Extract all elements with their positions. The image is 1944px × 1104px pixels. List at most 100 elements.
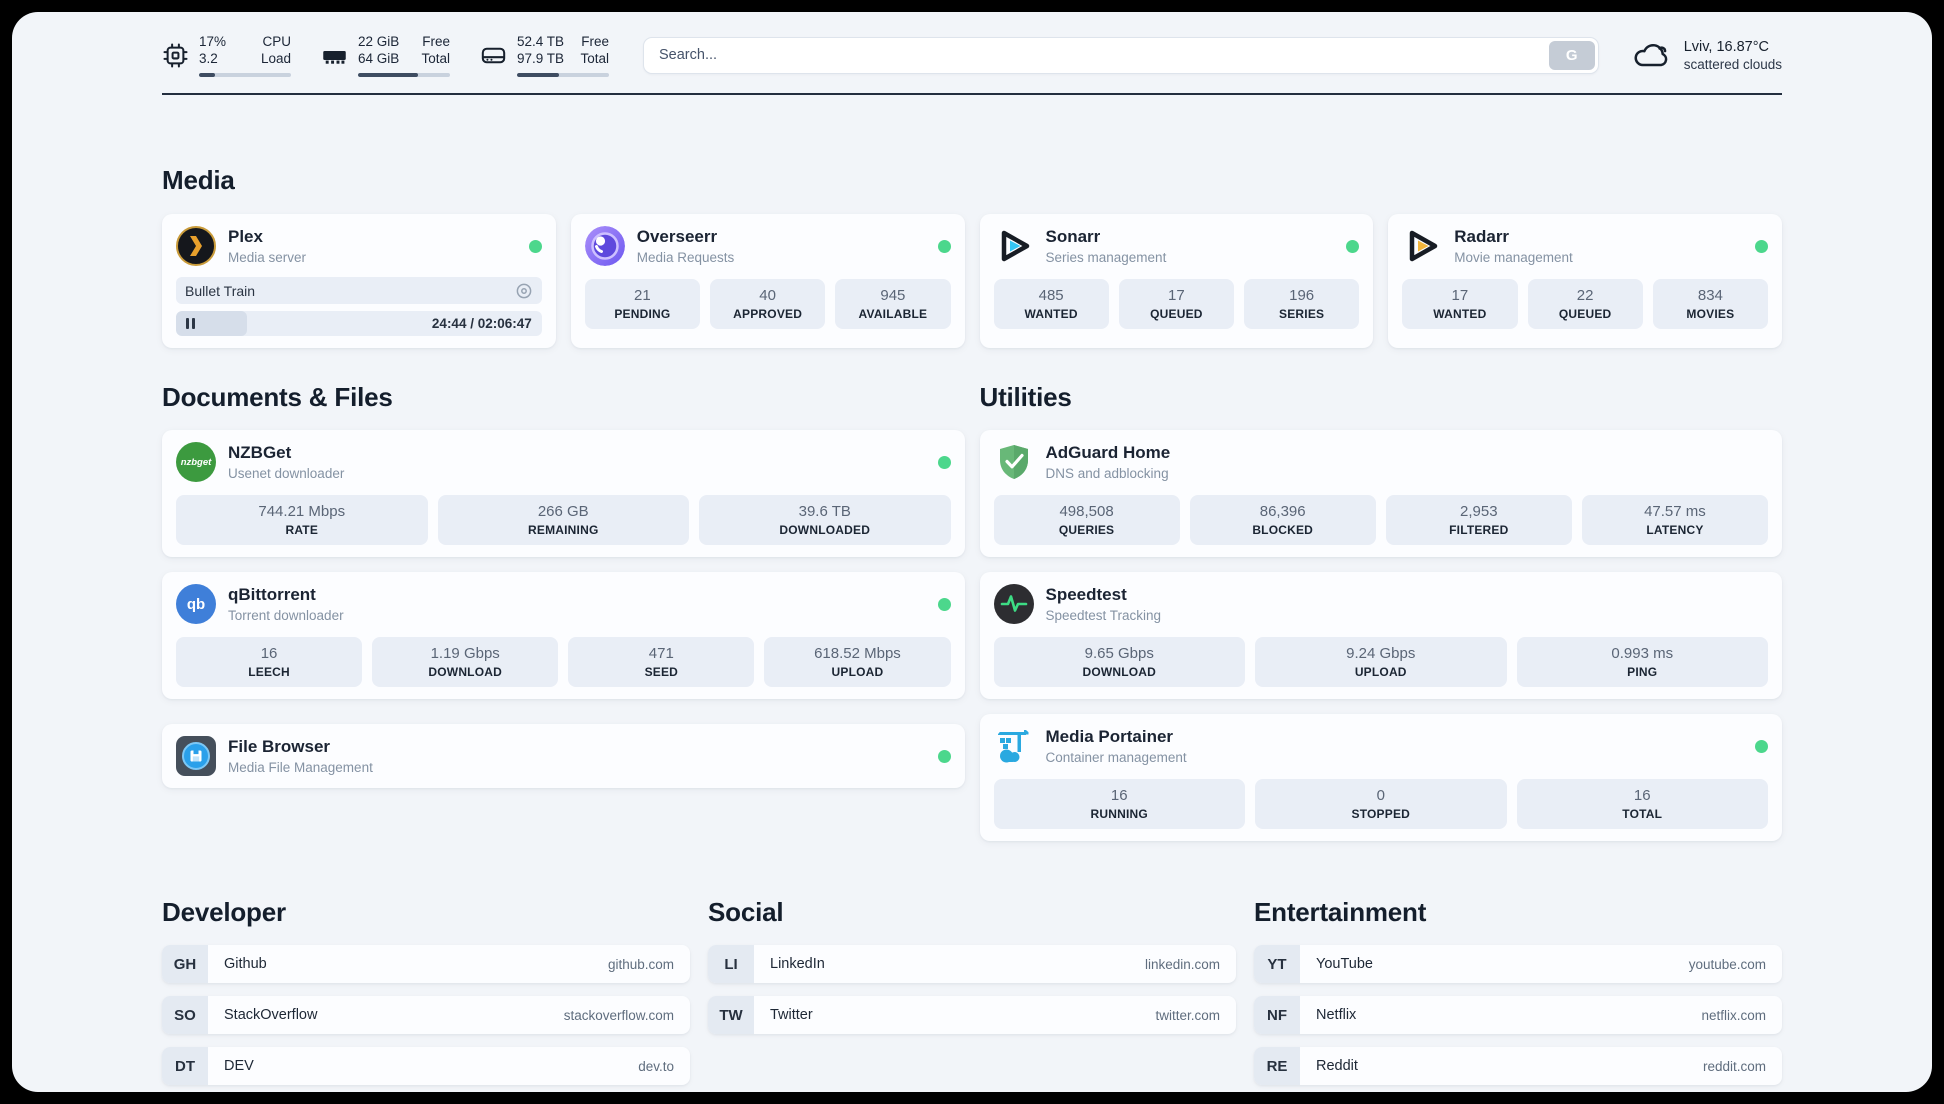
status-dot (937, 455, 951, 469)
app-title: Overseerr (636, 226, 718, 246)
bookmark-badge: GH (162, 945, 208, 983)
documents-column: Documents & Files nzbget NZBGet Usenet d… (162, 382, 965, 788)
app-card-speedtest[interactable]: Speedtest Speedtest Tracking 9.65 Gbps DO… (979, 572, 1782, 699)
bookmark-badge: LI (708, 945, 754, 983)
portainer-icon (994, 726, 1034, 766)
cpu-widget: 17% 3.2 CPU Load (162, 33, 291, 78)
cpu-icon (163, 42, 188, 68)
playback-progress-bar: 24:44 / 02:06:47 (176, 311, 542, 336)
plex-icon (176, 226, 216, 266)
bookmark-reddit[interactable]: RE Reddit reddit.com (1254, 1047, 1782, 1085)
stat-box: 9.24 Gbps UPLOAD (1255, 637, 1507, 687)
stat-box: 17 QUEUED (1118, 279, 1234, 329)
filebrowser-icon (176, 736, 216, 776)
status-dot (937, 597, 951, 611)
stat-box: 47.57 ms LATENCY (1581, 495, 1768, 545)
app-card-nzbget[interactable]: nzbget NZBGet Usenet downloader 744.21 M… (162, 430, 965, 557)
bookmark-name: StackOverflow (224, 1007, 318, 1023)
bookmark-stackoverflow[interactable]: SO StackOverflow stackoverflow.com (162, 996, 690, 1034)
app-card-filebrowser[interactable]: File Browser Media File Management (162, 724, 965, 788)
app-card-portainer[interactable]: Media Portainer Container management 16 R… (979, 714, 1782, 841)
weather-widget: Lviv, 16.87°C scattered clouds (1633, 38, 1782, 72)
disk-values: 52.4 TB 97.9 TB (517, 33, 565, 67)
app-card-overseerr[interactable]: Overseerr Media Requests 21 PENDING 40 APP… (570, 214, 965, 348)
bookmark-url: linkedin.com (1144, 956, 1220, 972)
memory-labels: Free Total (421, 33, 450, 67)
bookmark-badge: YT (1254, 945, 1300, 983)
app-subtitle: Media File Management (228, 760, 373, 776)
app-card-sonarr[interactable]: Sonarr Series management 485 WANTED 17 QUE… (979, 214, 1374, 348)
adguard-icon (994, 442, 1034, 482)
stat-box: 16 TOTAL (1516, 779, 1768, 829)
bookmark-netflix[interactable]: NF Netflix netflix.com (1254, 996, 1782, 1034)
bookmark-name: YouTube (1316, 956, 1373, 972)
status-dot (937, 239, 951, 253)
session-target-icon[interactable] (515, 282, 533, 300)
bookmark-url: youtube.com (1688, 956, 1766, 972)
bookmark-url: github.com (607, 956, 674, 972)
app-subtitle: Torrent downloader (228, 608, 344, 624)
bookmark-github[interactable]: GH Github github.com (162, 945, 690, 983)
memory-progress-bar (358, 72, 450, 78)
entertainment-column: Entertainment YT YouTube youtube.com NF … (1254, 897, 1782, 1085)
disk-labels: Free Total (580, 33, 609, 67)
overseerr-icon (584, 226, 625, 266)
cpu-progress-bar (199, 72, 291, 78)
speedtest-icon (993, 584, 1034, 624)
app-title: Plex (228, 226, 263, 246)
app-card-adguard[interactable]: AdGuard Home DNS and adblocking 498,508 Q… (979, 430, 1782, 557)
bookmark-url: twitter.com (1155, 1007, 1220, 1023)
app-subtitle: Usenet downloader (228, 466, 345, 482)
stat-box: 40 APPROVED (710, 279, 826, 329)
developer-column: Developer GH Github github.com SO StackO… (162, 897, 690, 1085)
disk-progress-bar (517, 72, 609, 78)
stat-box: 834 MOVIES (1652, 279, 1768, 329)
stat-box: 22 QUEUED (1527, 279, 1643, 329)
app-title: qBittorrent (228, 584, 316, 604)
stat-box: 0 STOPPED (1255, 779, 1507, 829)
app-title: File Browser (228, 736, 331, 756)
app-subtitle: DNS and adblocking (1045, 466, 1169, 482)
app-subtitle: Media server (228, 250, 307, 266)
stat-box: 17 WANTED (1402, 279, 1518, 329)
stat-box: 196 SERIES (1244, 279, 1360, 329)
bookmark-url: dev.to (638, 1058, 674, 1074)
stat-box: 9.65 Gbps DOWNLOAD (993, 637, 1245, 687)
bookmark-youtube[interactable]: YT YouTube youtube.com (1254, 945, 1782, 983)
search-input[interactable] (643, 36, 1599, 74)
app-card-plex[interactable]: Plex Media server Bullet Train 24:44 / 0… (162, 214, 556, 348)
status-dot (1755, 739, 1768, 753)
bookmark-name: LinkedIn (770, 956, 825, 972)
bookmark-badge: NF (1254, 996, 1300, 1034)
bookmark-name: Reddit (1316, 1058, 1358, 1074)
cloud-icon (1634, 44, 1667, 67)
stat-box: 0.993 ms PING (1516, 637, 1768, 687)
bookmark-badge: SO (162, 996, 208, 1034)
stat-box: 1.19 Gbps DOWNLOAD (372, 637, 559, 687)
app-card-radarr[interactable]: Radarr Movie management 17 WANTED 22 QUEUE… (1388, 214, 1782, 348)
stat-box: 16 RUNNING (993, 779, 1245, 829)
utilities-column: Utilities AdGuard Home DNS and adblockin… (979, 382, 1782, 841)
bookmark-linkedin[interactable]: LI LinkedIn linkedin.com (708, 945, 1236, 983)
now-playing-row: Bullet Train (176, 277, 542, 304)
bookmark-dev[interactable]: DT DEV dev.to (162, 1047, 690, 1085)
app-title: Sonarr (1045, 226, 1101, 246)
section-title-social: Social (708, 897, 784, 927)
app-card-qbittorrent[interactable]: qb qBittorrent Torrent downloader 16 LEEC… (162, 572, 965, 699)
pause-icon (186, 318, 195, 329)
bookmark-url: stackoverflow.com (563, 1007, 674, 1023)
radarr-icon (1402, 226, 1442, 266)
app-title: Media Portainer (1045, 726, 1174, 746)
memory-widget: 22 GiB 64 GiB Free Total (321, 33, 450, 78)
bookmark-twitter[interactable]: TW Twitter twitter.com (708, 996, 1236, 1034)
status-dot (1346, 239, 1360, 253)
bookmark-name: Netflix (1316, 1007, 1357, 1023)
search-bar: G (643, 36, 1599, 74)
stat-box: 21 PENDING (584, 279, 700, 329)
stat-box: 945 AVAILABLE (835, 279, 951, 329)
stat-box: 498,508 QUERIES (993, 495, 1180, 545)
search-engine-button[interactable]: G (1548, 40, 1595, 70)
app-title: Radarr (1454, 226, 1510, 246)
section-title-media: Media (162, 165, 235, 195)
app-subtitle: Series management (1045, 250, 1167, 266)
